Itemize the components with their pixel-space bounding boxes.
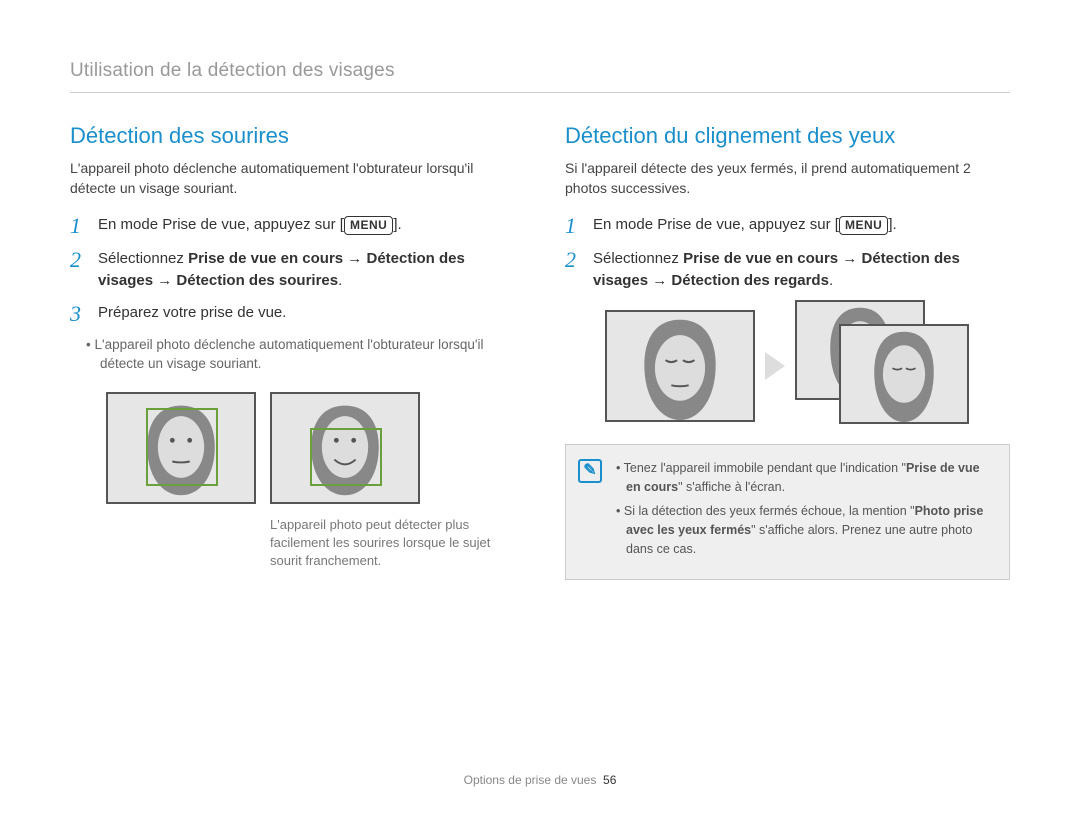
step-2-left: 2 Sélectionnez Prise de vue en cours → D… bbox=[70, 248, 515, 292]
step-1-right: 1 En mode Prise de vue, appuyez sur [MEN… bbox=[565, 214, 1010, 238]
step-text-pre: En mode Prise de vue, appuyez sur [ bbox=[98, 216, 344, 233]
step-3-substep: L'appareil photo déclenche automatiqueme… bbox=[70, 336, 515, 374]
step-text-post: ]. bbox=[888, 216, 896, 233]
arrow-right-icon bbox=[765, 352, 785, 380]
page-header: Utilisation de la détection des visages bbox=[70, 60, 1010, 93]
column-smile-detection: Détection des sourires L'appareil photo … bbox=[70, 123, 515, 580]
section-intro-blink: Si l'appareil détecte des yeux fermés, i… bbox=[565, 159, 1010, 198]
page-footer: Options de prise de vues 56 bbox=[0, 773, 1080, 787]
note-item: Tenez l'appareil immobile pendant que l'… bbox=[616, 459, 995, 497]
footer-section: Options de prise de vues bbox=[464, 773, 597, 787]
content-columns: Détection des sourires L'appareil photo … bbox=[70, 123, 1010, 580]
face-eyes-closed-icon bbox=[841, 326, 967, 422]
step-number: 2 bbox=[565, 248, 583, 292]
smile-detect-box-icon bbox=[310, 428, 382, 486]
smile-thumbnails bbox=[106, 392, 515, 504]
step-number: 3 bbox=[70, 302, 88, 326]
face-detect-box-icon bbox=[146, 408, 218, 486]
smile-thumb-neutral bbox=[106, 392, 256, 504]
step-text-pre: En mode Prise de vue, appuyez sur [ bbox=[593, 216, 839, 233]
blink-thumb-closed bbox=[605, 310, 755, 422]
step-text: Sélectionnez Prise de vue en cours → Dét… bbox=[593, 248, 1010, 292]
menu-button-label: MENU bbox=[344, 216, 393, 235]
step-1-left: 1 En mode Prise de vue, appuyez sur [MEN… bbox=[70, 214, 515, 238]
smile-thumb-smiling bbox=[270, 392, 420, 504]
section-intro-smile: L'appareil photo déclenche automatiqueme… bbox=[70, 159, 515, 198]
section-title-smile: Détection des sourires bbox=[70, 123, 515, 149]
blink-thumbnails bbox=[605, 310, 1010, 422]
info-icon: ✎ bbox=[578, 459, 602, 483]
step-text: En mode Prise de vue, appuyez sur [MENU]… bbox=[98, 214, 515, 238]
face-eyes-closed-icon bbox=[607, 312, 753, 420]
step-text: Sélectionnez Prise de vue en cours → Dét… bbox=[98, 248, 515, 292]
column-blink-detection: Détection du clignement des yeux Si l'ap… bbox=[565, 123, 1010, 580]
smile-caption: L'appareil photo peut détecter plus faci… bbox=[270, 516, 500, 571]
step-number: 1 bbox=[565, 214, 583, 238]
step-3-left: 3 Préparez votre prise de vue. bbox=[70, 302, 515, 326]
step-text: Préparez votre prise de vue. bbox=[98, 302, 515, 326]
menu-button-label: MENU bbox=[839, 216, 888, 235]
blink-result-stack bbox=[795, 310, 960, 422]
step-number: 2 bbox=[70, 248, 88, 292]
note-item: Si la détection des yeux fermés échoue, … bbox=[616, 502, 995, 558]
section-title-blink: Détection du clignement des yeux bbox=[565, 123, 1010, 149]
step-number: 1 bbox=[70, 214, 88, 238]
step-2-right: 2 Sélectionnez Prise de vue en cours → D… bbox=[565, 248, 1010, 292]
info-note-box: ✎ Tenez l'appareil immobile pendant que … bbox=[565, 444, 1010, 580]
blink-thumb-result-front bbox=[839, 324, 969, 424]
step-text-post: ]. bbox=[393, 216, 401, 233]
step-text: En mode Prise de vue, appuyez sur [MENU]… bbox=[593, 214, 1010, 238]
page-number: 56 bbox=[603, 773, 616, 787]
